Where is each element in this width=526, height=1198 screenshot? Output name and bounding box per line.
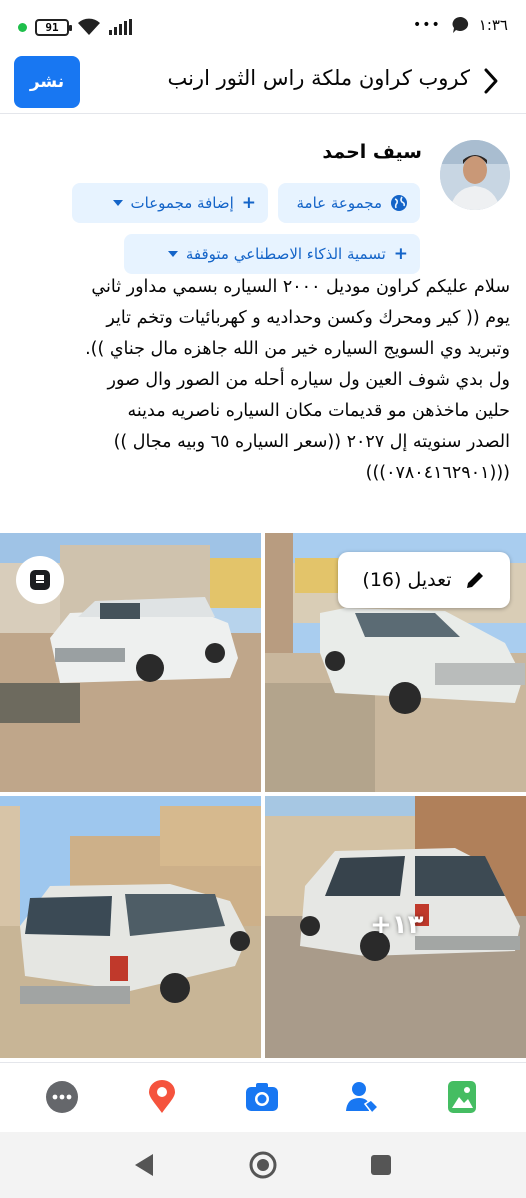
recents-nav-icon[interactable] bbox=[370, 1154, 392, 1176]
post-line: سلام عليكم كراون موديل ٢٠٠٠ السياره بسمي… bbox=[91, 277, 510, 297]
status-right: ••• ١:٣٦ bbox=[413, 16, 508, 34]
privacy-indicator-icon bbox=[18, 22, 27, 32]
back-nav-icon[interactable] bbox=[132, 1152, 156, 1178]
location-icon bbox=[149, 1080, 175, 1113]
caret-down-icon bbox=[112, 200, 123, 206]
chat-bubble-icon bbox=[452, 16, 468, 33]
photo-video-button[interactable] bbox=[444, 1079, 480, 1115]
status-left: 91 bbox=[18, 18, 132, 36]
edit-photos-button[interactable]: تعديل (16) bbox=[338, 552, 510, 608]
tag-people-icon bbox=[346, 1082, 379, 1114]
photo-icon bbox=[448, 1081, 476, 1113]
signal-icon bbox=[109, 19, 132, 35]
more-photos-count: +١٣ bbox=[370, 910, 424, 940]
header: نشر كروب كراون ملكة راس الثور ارنب bbox=[0, 52, 526, 114]
post-text[interactable]: سلام عليكم كراون موديل ٢٠٠٠ السياره بسمي… bbox=[14, 272, 510, 489]
plus-icon: + bbox=[393, 244, 408, 264]
more-icon bbox=[46, 1081, 78, 1113]
photo-3[interactable] bbox=[0, 796, 261, 1058]
publish-button[interactable]: نشر bbox=[14, 56, 80, 108]
check-in-button[interactable] bbox=[144, 1079, 180, 1115]
post-line: الصدر سنويته إل ٢٠٢٧ ((سعر السياره ٦٥ وب… bbox=[113, 432, 510, 452]
post-line: حلين ماخذهن مو قديمات مكان السياره ناصري… bbox=[127, 401, 511, 421]
clock: ١:٣٦ bbox=[478, 16, 508, 34]
post-line: ول بدي شوف العين ول سياره أحله من الصور … bbox=[107, 370, 510, 390]
battery-icon: 91 bbox=[35, 18, 72, 36]
home-nav-icon[interactable] bbox=[248, 1150, 278, 1180]
add-groups-pill[interactable]: + إضافة مجموعات bbox=[72, 183, 268, 223]
more-dots-icon: ••• bbox=[412, 17, 441, 33]
camera-icon bbox=[246, 1083, 278, 1111]
camera-button[interactable] bbox=[244, 1079, 280, 1115]
add-groups-label: إضافة مجموعات bbox=[130, 194, 234, 212]
group-privacy-pill[interactable]: مجموعة عامة bbox=[278, 183, 420, 223]
avatar bbox=[440, 140, 510, 210]
more-options-button[interactable] bbox=[44, 1079, 80, 1115]
globe-icon bbox=[391, 195, 407, 211]
edit-photos-label: تعديل (16) bbox=[362, 569, 452, 591]
ai-label-pill[interactable]: + تسمية الذكاء الاصطناعي متوقفة bbox=[124, 234, 420, 274]
group-privacy-label: مجموعة عامة bbox=[296, 194, 383, 212]
plus-icon: + bbox=[241, 193, 256, 213]
group-title: كروب كراون ملكة راس الثور ارنب bbox=[167, 66, 470, 90]
author-name: سيف احمد bbox=[322, 141, 422, 163]
tag-people-button[interactable] bbox=[344, 1079, 380, 1115]
pencil-icon bbox=[466, 572, 483, 588]
caret-down-icon bbox=[167, 251, 178, 257]
post-line: يوم (( كير ومحرك وكسن وحداديه و كهربائيا… bbox=[106, 308, 510, 328]
status-bar: 91 ••• ١:٣٦ bbox=[0, 0, 526, 52]
composer-toolbar bbox=[0, 1062, 526, 1132]
back-chevron-icon[interactable] bbox=[478, 66, 502, 96]
post-line: وتبريد وي السويج السياره خير من الله جاه… bbox=[85, 339, 510, 359]
post-line: (((٠٧٨٠٤١٦٢٩٠١))) bbox=[365, 463, 510, 483]
ai-label-text: تسمية الذكاء الاصطناعي متوقفة bbox=[185, 245, 386, 263]
system-nav-bar bbox=[0, 1132, 526, 1198]
edit-photo-icon[interactable] bbox=[16, 556, 64, 604]
wifi-icon bbox=[78, 18, 100, 35]
